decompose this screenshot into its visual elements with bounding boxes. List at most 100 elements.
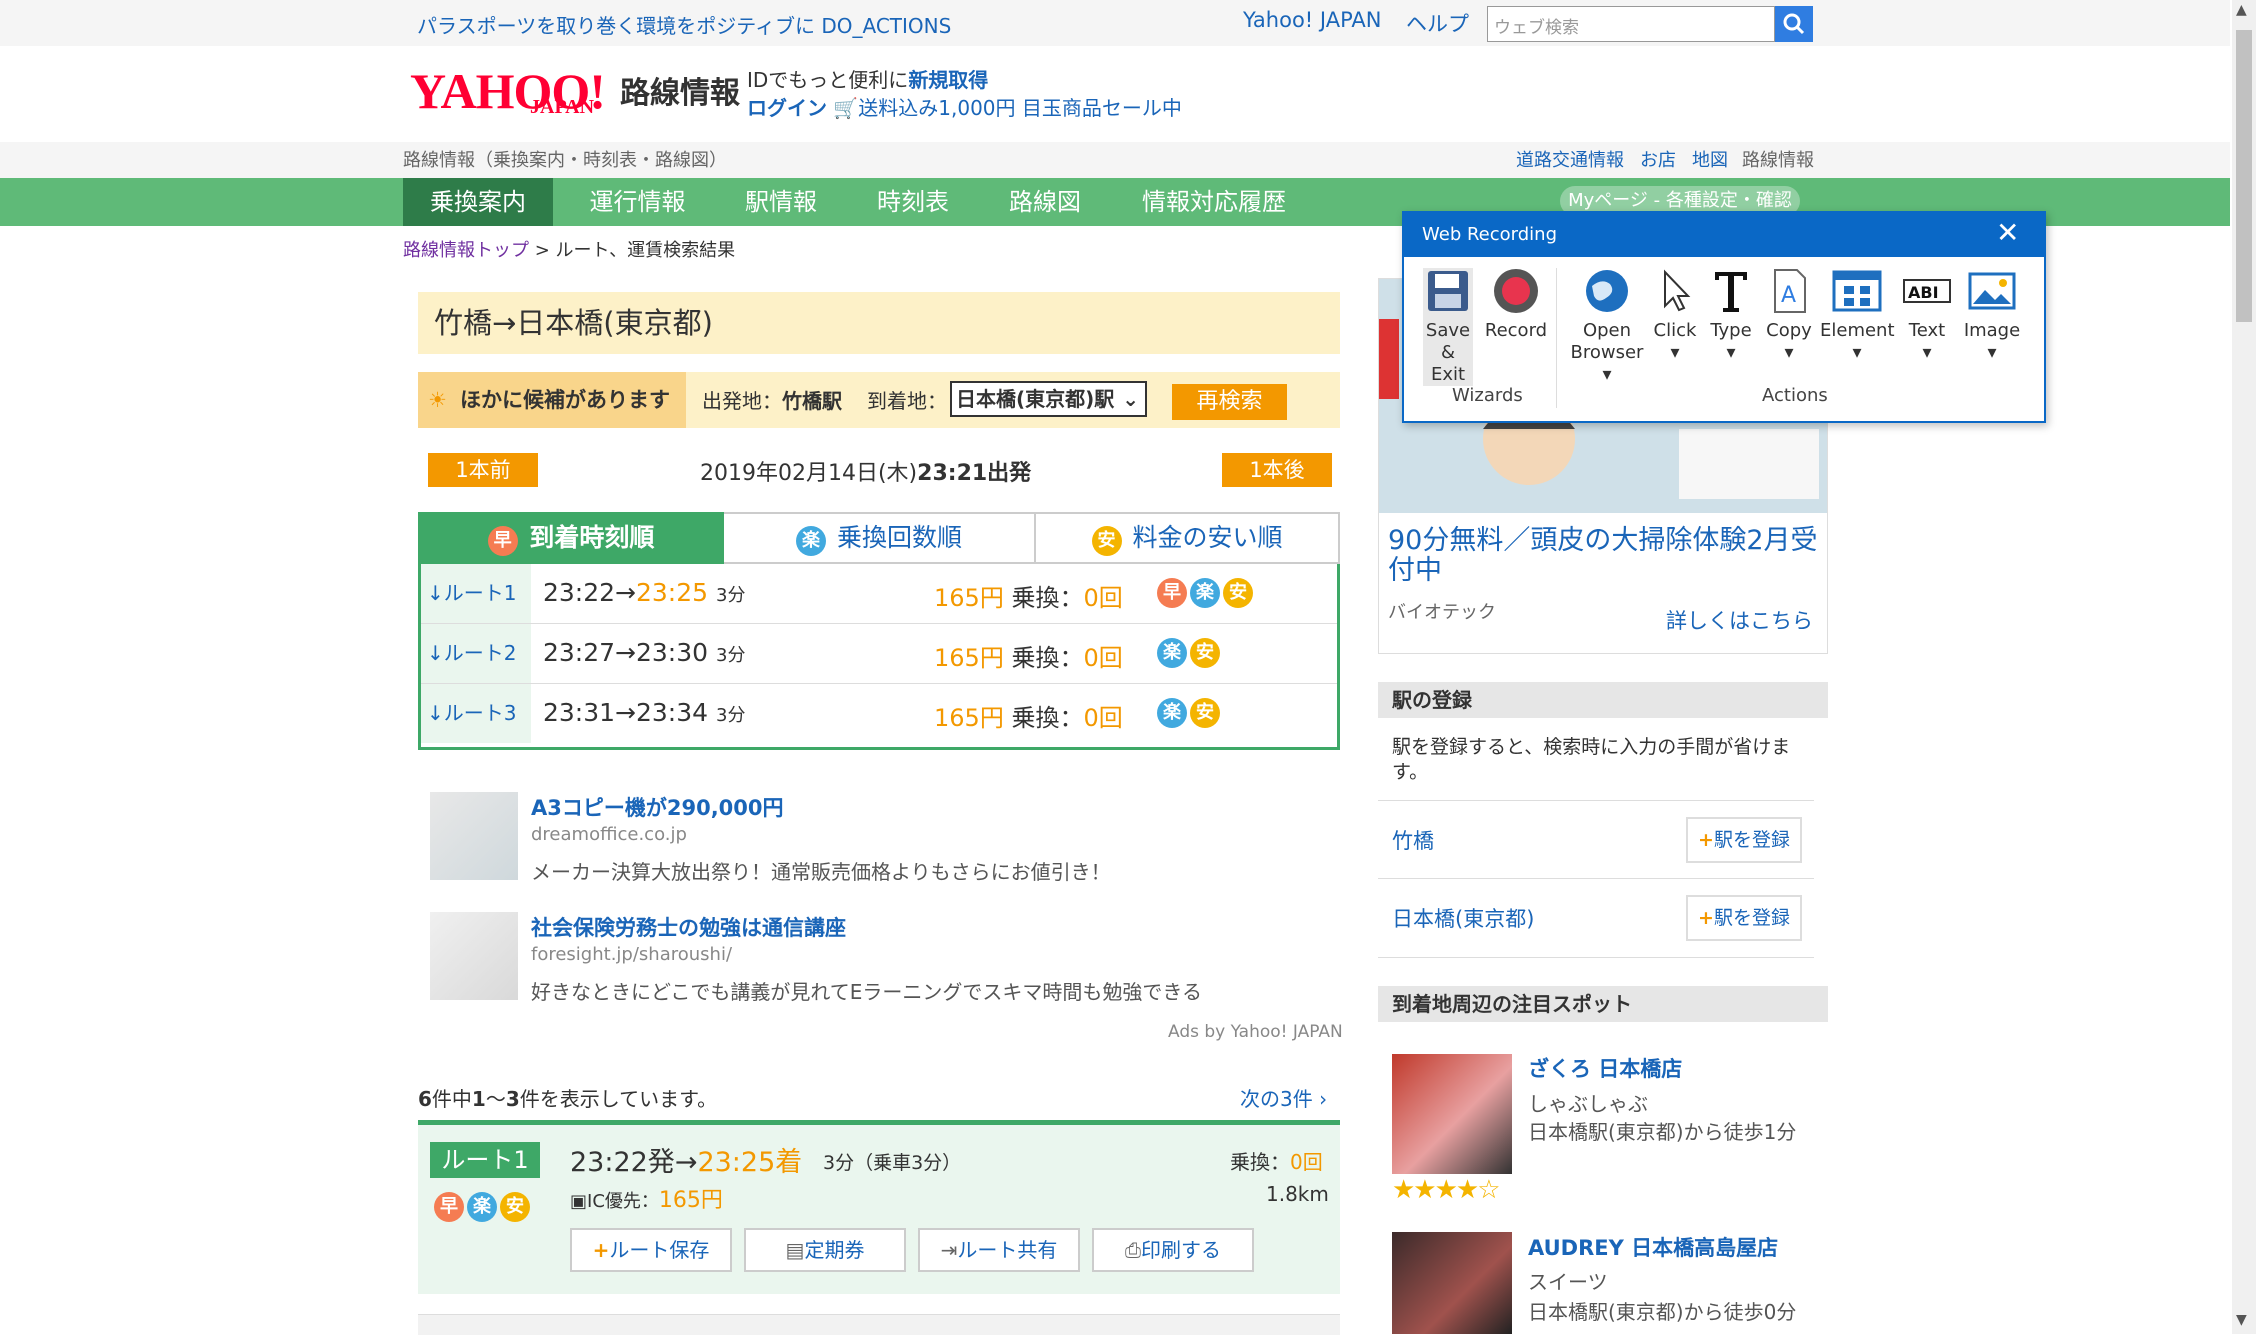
- station-row: 竹橋 +駅を登録: [1378, 800, 1814, 879]
- cheap-icon: 安: [500, 1192, 530, 1222]
- nav-timetable[interactable]: 時刻表: [858, 178, 968, 226]
- route-link[interactable]: ↓ルート1: [421, 564, 531, 623]
- route-link[interactable]: ↓ルート3: [421, 684, 531, 743]
- shops-link[interactable]: お店: [1640, 146, 1676, 172]
- route-row-1[interactable]: ↓ルート1 23:22→23:25 3分 165円 乗換：0回 早楽安: [421, 564, 1337, 624]
- easy-icon: 楽: [1157, 698, 1187, 728]
- route-row-3[interactable]: ↓ルート3 23:31→23:34 3分 165円 乗換：0回 楽安: [421, 684, 1337, 743]
- map-link[interactable]: 地図: [1692, 146, 1728, 172]
- web-search-input[interactable]: ウェブ検索: [1487, 6, 1775, 42]
- copy-button[interactable]: A Copy ▾: [1762, 268, 1816, 364]
- detail-time: 23:22発→23:25着: [570, 1140, 802, 1179]
- sidebar-ad-more-link[interactable]: 詳しくはこちら: [1666, 605, 1813, 635]
- caret-icon: ▾: [1784, 342, 1794, 363]
- ad-image-2[interactable]: [430, 912, 518, 1000]
- signup-link[interactable]: 新規取得: [908, 68, 988, 92]
- open-browser-button[interactable]: Open Browser ▾: [1566, 268, 1648, 386]
- cheap-icon: 安: [1190, 638, 1220, 668]
- save-exit-button[interactable]: Save & Exit: [1423, 268, 1473, 386]
- fare: 165: [934, 584, 980, 612]
- element-button[interactable]: Element ▾: [1820, 268, 1895, 364]
- spot-title-1[interactable]: ざくろ 日本橋店: [1528, 1053, 1682, 1083]
- svg-text:ABI: ABI: [1908, 283, 1939, 302]
- xfer-label: 乗換：: [1011, 704, 1084, 732]
- share-route-button[interactable]: ⇥ルート共有: [918, 1228, 1080, 1272]
- station-link[interactable]: 日本橋(東京都): [1392, 903, 1534, 933]
- btn-label: 駅を登録: [1713, 907, 1790, 929]
- divider: [1556, 268, 1557, 408]
- commuter-pass-button[interactable]: ▤定期券: [744, 1228, 906, 1272]
- breadcrumb-top-link[interactable]: 路線情報トップ: [403, 240, 529, 261]
- nav-routemap[interactable]: 路線図: [990, 178, 1100, 226]
- spot-title-2[interactable]: AUDREY 日本橋高島屋店: [1528, 1232, 1778, 1262]
- ads-by-label[interactable]: Ads by Yahoo! JAPAN: [1168, 1022, 1343, 1042]
- ad-image-1[interactable]: [430, 792, 518, 880]
- element-label: Element: [1820, 320, 1895, 341]
- type-button[interactable]: Type ▾: [1706, 268, 1756, 364]
- image-label: Image: [1963, 320, 2021, 341]
- route-link[interactable]: ↓ルート2: [421, 624, 531, 683]
- xfer-count: 0: [1083, 644, 1099, 672]
- tab-fare-order[interactable]: 安 料金の安い順: [1034, 512, 1338, 564]
- tab-transfer-order[interactable]: 楽 乗換回数順: [726, 512, 1032, 564]
- login-link[interactable]: ログイン: [747, 96, 827, 120]
- ad-title-2[interactable]: 社会保険労務士の勉強は通信講座: [531, 912, 846, 942]
- scroll-up-icon[interactable]: ▲: [2236, 2, 2247, 18]
- print-icon: ⎙: [1125, 1238, 1141, 1262]
- image-button[interactable]: Image ▾: [1962, 268, 2022, 364]
- spot-image-1[interactable]: [1392, 1054, 1512, 1174]
- sidebar-ad-title[interactable]: 90分無料／頭皮の大掃除体験2月受付中: [1388, 526, 1818, 586]
- svg-text:A: A: [1781, 283, 1796, 308]
- scroll-down-icon[interactable]: ▼: [2236, 1312, 2247, 1328]
- nav-history[interactable]: 情報対応履歴: [1124, 178, 1304, 226]
- candidates-notice[interactable]: ☀ ほかに候補があります: [418, 372, 686, 428]
- tab-arrival-order[interactable]: 早 到着時刻順: [418, 512, 724, 564]
- nav-transfer[interactable]: 乗換案内: [403, 178, 553, 226]
- record-label: Record: [1484, 320, 1548, 341]
- fast-icon: 早: [434, 1192, 464, 1222]
- arrow: →: [615, 578, 636, 607]
- from-label-text: 出発地：: [702, 389, 782, 413]
- btn-label: 駅を登録: [1713, 829, 1790, 851]
- text-icon: ABI: [1903, 279, 1951, 303]
- promo-link[interactable]: パラスポーツを取り巻く環境をポジティブに DO_ACTIONS: [417, 10, 951, 39]
- click-button[interactable]: Click ▾: [1650, 268, 1700, 364]
- actions-caption: Actions: [1762, 385, 1828, 406]
- destination-select[interactable]: 日本橋(東京都)駅 ⌄: [950, 381, 1147, 417]
- yahoo-japan-link[interactable]: Yahoo! JAPAN: [1243, 8, 1382, 32]
- scrollbar-thumb[interactable]: [2236, 30, 2252, 322]
- research-button[interactable]: 再検索: [1172, 384, 1287, 420]
- nav-station[interactable]: 駅情報: [722, 178, 840, 226]
- register-station-button[interactable]: +駅を登録: [1686, 895, 1802, 941]
- next-3-link[interactable]: 次の3件 ›: [1240, 1083, 1327, 1112]
- route-row-2[interactable]: ↓ルート2 23:27→23:30 3分 165円 乗換：0回 楽安: [421, 624, 1337, 684]
- road-traffic-link[interactable]: 道路交通情報: [1516, 146, 1624, 172]
- browser-label: Browser: [1570, 342, 1644, 363]
- text-button[interactable]: ABI Text ▾: [1900, 268, 1954, 364]
- print-button[interactable]: ⎙印刷する: [1092, 1228, 1254, 1272]
- spot-image-2[interactable]: [1392, 1232, 1512, 1334]
- image-icon: [1968, 272, 2016, 310]
- sale-link[interactable]: 送料込み1,000円 目玉商品セール中: [858, 96, 1182, 120]
- btn-label: ルート共有: [957, 1238, 1058, 1262]
- save-route-button[interactable]: +ルート保存: [570, 1228, 732, 1272]
- next-train-button[interactable]: 1本後: [1222, 453, 1332, 487]
- prev-train-button[interactable]: 1本前: [428, 453, 538, 487]
- record-button[interactable]: Record: [1482, 268, 1550, 342]
- duration: 3分: [716, 645, 746, 666]
- result-count: 6件中1～3件を表示しています。: [418, 1083, 717, 1112]
- route-time: 23:27→23:30 3分: [543, 638, 745, 667]
- cursor-icon: [1664, 269, 1691, 312]
- close-icon[interactable]: ✕: [1996, 216, 2019, 249]
- route-fare: 165円 乗換：0回: [934, 578, 1123, 613]
- ad-title-1[interactable]: A3コピー機が290,000円: [531, 792, 784, 822]
- register-station-button[interactable]: +駅を登録: [1686, 817, 1802, 863]
- nav-operation[interactable]: 運行情報: [570, 178, 705, 226]
- count-text: 件中: [431, 1087, 472, 1111]
- help-link[interactable]: ヘルプ: [1406, 8, 1469, 38]
- search-button[interactable]: [1775, 6, 1813, 42]
- station-link[interactable]: 竹橋: [1392, 825, 1434, 855]
- ad-desc-1: メーカー決算大放出祭り！通常販売価格よりもさらにお値引き！: [531, 860, 1111, 884]
- from-label: 出発地：竹橋駅: [702, 385, 842, 414]
- service-name: 路線情報: [620, 76, 740, 111]
